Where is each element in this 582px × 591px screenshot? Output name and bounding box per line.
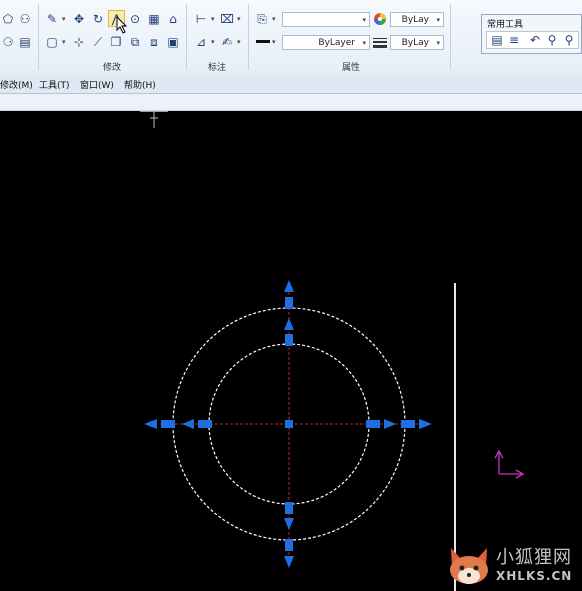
- block-icon[interactable]: ▣: [165, 34, 181, 50]
- outer-right-arrow-icon[interactable]: [419, 419, 432, 429]
- polygon-icon[interactable]: ⬠: [0, 11, 16, 27]
- color-combo[interactable]: ByLay ▾: [390, 12, 444, 27]
- properties-icon[interactable]: ▤: [489, 32, 505, 48]
- inner-top-arrow-icon[interactable]: [284, 318, 294, 330]
- menu-window[interactable]: 窗口(W): [80, 78, 114, 91]
- chevron-down-icon[interactable]: ▾: [272, 15, 276, 23]
- cursor-icon: [116, 16, 128, 34]
- color-value: ByLay: [401, 14, 429, 25]
- lineweight-combo[interactable]: ByLay ▾: [390, 35, 444, 50]
- center-grip[interactable]: [285, 420, 293, 428]
- rectangle-icon[interactable]: ▢: [44, 34, 60, 50]
- chevron-down-icon[interactable]: ▾: [62, 38, 66, 46]
- leader-icon[interactable]: ⊿: [193, 34, 209, 50]
- match-properties-icon[interactable]: ⎘: [254, 11, 270, 27]
- outer-right-grip[interactable]: [401, 420, 415, 428]
- menubar: 修改(M) 工具(T) 窗口(W) 帮助(H): [0, 75, 582, 94]
- panel-label-properties: 属性: [342, 63, 361, 73]
- inner-right-arrow-icon[interactable]: [384, 419, 396, 429]
- inner-bottom-arrow-icon[interactable]: [284, 518, 294, 530]
- panel-divider: [186, 4, 187, 70]
- layer-combo[interactable]: ▾: [282, 12, 370, 27]
- chevron-down-icon: ▾: [436, 39, 440, 47]
- outer-bottom-grip[interactable]: [285, 539, 293, 551]
- copy-icon[interactable]: ❐: [108, 34, 124, 50]
- panel-label-annotation: 标注: [208, 63, 227, 73]
- move-icon[interactable]: ✥: [71, 11, 87, 27]
- chevron-down-icon: ▾: [436, 16, 440, 24]
- dimension-icon[interactable]: ⊢: [193, 11, 209, 27]
- outer-top-arrow-icon[interactable]: [284, 280, 294, 292]
- chevron-down-icon[interactable]: ▾: [62, 15, 66, 23]
- chevron-down-icon[interactable]: ▾: [237, 38, 241, 46]
- text-icon[interactable]: ⌧: [219, 11, 235, 27]
- common-tools-toolbar: ▤ ≡ ↶ ⚲ ⚲: [486, 31, 579, 49]
- linetype-combo[interactable]: ByLayer ▾: [282, 35, 370, 50]
- chevron-down-icon[interactable]: ▾: [237, 15, 241, 23]
- ucs-icon: [494, 449, 525, 479]
- extend-icon[interactable]: ⟋: [90, 34, 106, 50]
- layer-icon[interactable]: ≡: [506, 32, 522, 48]
- outer-top-grip[interactable]: [285, 297, 293, 309]
- chevron-down-icon: ▾: [362, 39, 366, 47]
- table-icon[interactable]: ▤: [17, 34, 33, 50]
- explode-icon[interactable]: ⧈: [146, 34, 162, 50]
- outer-left-grip[interactable]: [161, 420, 175, 428]
- zoom-icon[interactable]: ⚲: [561, 32, 577, 48]
- inner-left-grip[interactable]: [198, 420, 212, 428]
- pan-icon[interactable]: ⚲: [544, 32, 560, 48]
- array-icon[interactable]: ▦: [146, 11, 162, 27]
- linetype-value: ByLayer: [318, 37, 355, 48]
- watermark-latin: XHLKS.CN: [496, 569, 573, 583]
- panel-label-modify: 修改: [103, 63, 122, 73]
- outer-bottom-arrow-icon[interactable]: [284, 556, 294, 568]
- drawing-svg: [140, 111, 525, 591]
- top-marker: [140, 111, 168, 128]
- trim-icon[interactable]: ⊹: [71, 34, 87, 50]
- lineweight-icon[interactable]: [256, 40, 270, 43]
- tab-strip: [0, 94, 582, 111]
- fox-logo-icon: [450, 548, 488, 584]
- chevron-down-icon: ▾: [362, 16, 366, 24]
- common-tools-panel: 常用工具 ▤ ≡ ↶ ⚲ ⚲: [481, 14, 582, 54]
- panel-divider: [450, 4, 451, 70]
- lineweight-value: ByLay: [401, 37, 429, 48]
- outer-left-arrow-icon[interactable]: [144, 419, 157, 429]
- inner-top-grip[interactable]: [285, 334, 293, 346]
- menu-tools[interactable]: 工具(T): [39, 78, 70, 91]
- panel-divider: [248, 4, 249, 70]
- erase-icon[interactable]: ✎: [44, 11, 60, 27]
- undo-icon[interactable]: ↶: [527, 32, 543, 48]
- inner-left-arrow-icon[interactable]: [182, 419, 194, 429]
- ribbon: ⬠ ⚇ ⚆ ▤ ✎ ▾ ✥ ↻ ⋀ ⊙ ▦ ⌂ ▢ ▾ ⊹ ⟋ ❐ ⧉ ⧈ ▣ …: [0, 0, 582, 76]
- panel-divider: [38, 4, 39, 70]
- linetype-icon[interactable]: [373, 36, 387, 48]
- hatch-icon[interactable]: ⚆: [0, 34, 16, 50]
- inner-right-grip[interactable]: [366, 420, 380, 428]
- chevron-down-icon[interactable]: ▾: [211, 38, 215, 46]
- drawing-canvas[interactable]: [0, 111, 582, 591]
- rotate-icon[interactable]: ↻: [90, 11, 106, 27]
- region-icon[interactable]: ⚇: [17, 11, 33, 27]
- watermark-chinese: 小狐狸网: [496, 547, 572, 568]
- menu-help[interactable]: 帮助(H): [124, 78, 156, 91]
- chevron-down-icon[interactable]: ▾: [272, 38, 276, 46]
- chevron-down-icon[interactable]: ▾: [211, 15, 215, 23]
- common-tools-title: 常用工具: [487, 20, 524, 30]
- offset-icon[interactable]: ⧉: [127, 34, 143, 50]
- color-wheel-icon[interactable]: [373, 12, 387, 26]
- table-icon[interactable]: ✍: [219, 34, 235, 50]
- menu-modify[interactable]: 修改(M): [0, 78, 33, 91]
- inner-bottom-grip[interactable]: [285, 502, 293, 514]
- stretch-icon[interactable]: ⌂: [165, 11, 181, 27]
- scale-icon[interactable]: ⊙: [127, 11, 143, 27]
